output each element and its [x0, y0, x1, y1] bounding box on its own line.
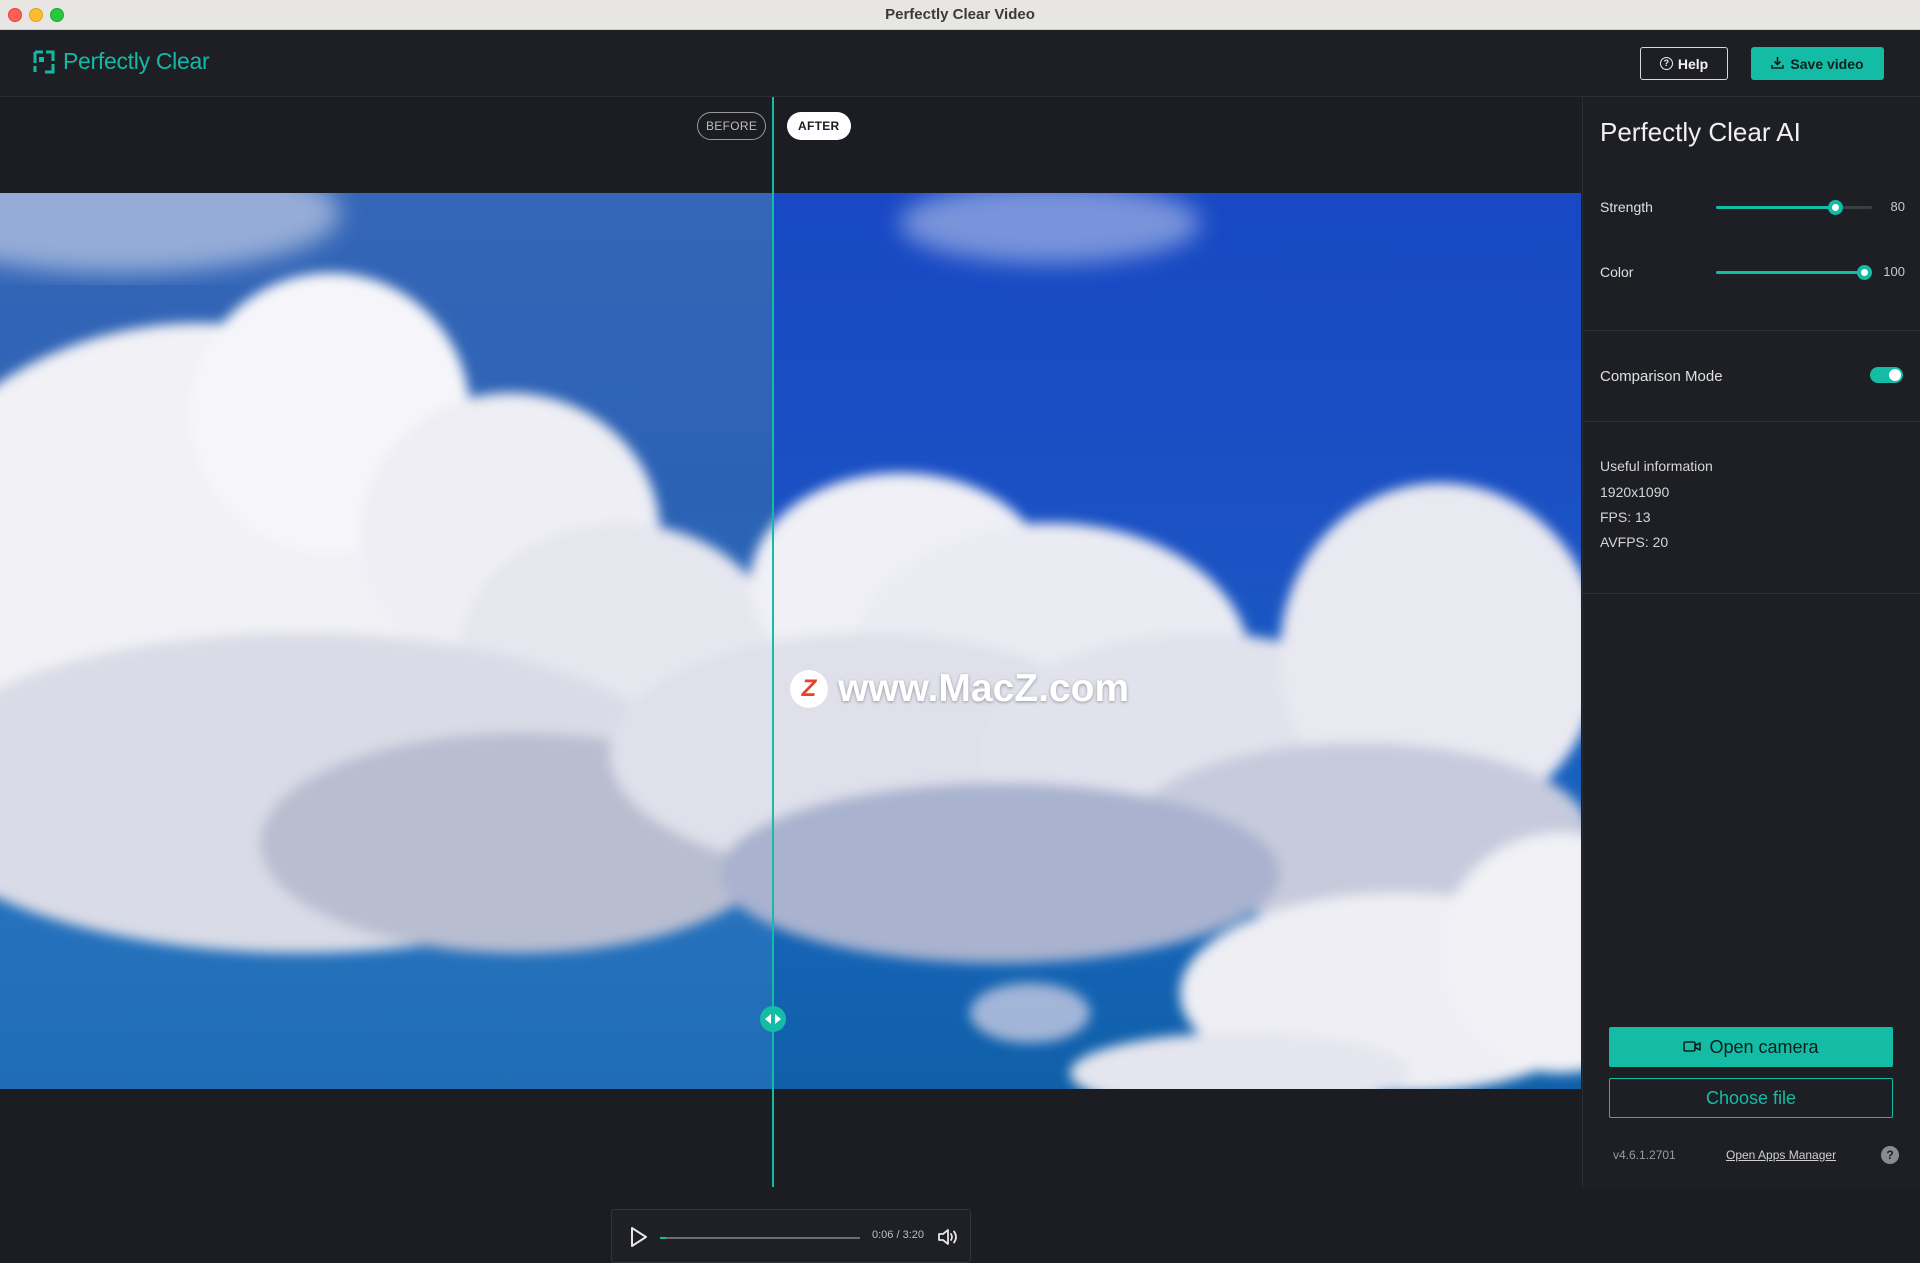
window-title: Perfectly Clear Video	[885, 6, 1035, 23]
strength-slider-row: Strength 80	[1600, 197, 1905, 217]
color-label: Color	[1600, 264, 1634, 280]
choose-file-label: Choose file	[1705, 1087, 1797, 1108]
logo-mark-icon	[33, 50, 55, 74]
panel-title: Perfectly Clear AI	[1600, 117, 1801, 147]
strength-slider-thumb[interactable]	[1827, 200, 1843, 215]
app-header: Perfectly Clear ? Help Save video	[0, 30, 1920, 97]
strength-value: 80	[1890, 199, 1905, 214]
video-viewer: BEFORE AFTER Z www.MacZ.com 0:06 / 3:20	[0, 97, 1581, 1263]
download-icon	[1771, 56, 1785, 72]
version-text: v4.6.1.2701	[1613, 1148, 1676, 1162]
logo-text: Perfectly Clear	[63, 48, 210, 74]
info-resolution: 1920x1090	[1600, 484, 1670, 500]
strength-label: Strength	[1600, 199, 1653, 215]
help-button-label: Help	[1677, 55, 1709, 72]
left-right-arrows-icon	[765, 1014, 781, 1024]
help-circle-icon: ?	[1659, 57, 1673, 70]
color-value: 100	[1883, 264, 1905, 279]
watermark: Z www.MacZ.com	[790, 667, 1129, 711]
panel-divider	[1583, 421, 1920, 422]
panel-divider	[1583, 330, 1920, 331]
after-label: AFTER	[787, 112, 851, 140]
color-slider[interactable]	[1716, 265, 1873, 280]
before-label: BEFORE	[697, 112, 767, 140]
open-camera-label: Open camera	[1709, 1036, 1819, 1057]
settings-panel: Perfectly Clear AI Strength 80 Color 100…	[1582, 97, 1920, 1187]
open-camera-button[interactable]: Open camera	[1609, 1027, 1893, 1067]
help-button[interactable]: ? Help	[1640, 47, 1728, 80]
panel-divider	[1583, 593, 1920, 594]
seek-bar-progress	[660, 1237, 666, 1239]
color-slider-row: Color 100	[1600, 262, 1905, 282]
choose-file-button[interactable]: Choose file	[1609, 1078, 1893, 1118]
window-titlebar: Perfectly Clear Video	[0, 0, 1920, 30]
info-fps: FPS: 13	[1600, 509, 1651, 525]
divider-drag-handle[interactable]	[760, 1006, 786, 1032]
color-slider-thumb[interactable]	[1857, 265, 1873, 280]
toggle-knob	[1889, 369, 1901, 381]
playback-time: 0:06 / 3:20	[872, 1229, 924, 1241]
volume-icon[interactable]	[936, 1225, 960, 1249]
save-video-button[interactable]: Save video	[1751, 47, 1884, 80]
video-frame[interactable]: Z www.MacZ.com	[0, 193, 1581, 1089]
info-avfps: AVFPS: 20	[1600, 534, 1669, 550]
comparison-mode-toggle[interactable]	[1870, 367, 1903, 383]
question-icon[interactable]: ?	[1881, 1146, 1899, 1164]
cloud-image	[0, 193, 1581, 1089]
watermark-text: www.MacZ.com	[838, 667, 1130, 710]
color-slider-fill	[1716, 271, 1865, 274]
strength-slider[interactable]	[1716, 200, 1872, 215]
camera-icon	[1683, 1037, 1702, 1058]
comparison-mode-label: Comparison Mode	[1600, 368, 1723, 385]
info-heading: Useful information	[1600, 458, 1713, 474]
seek-bar[interactable]	[660, 1237, 860, 1239]
open-apps-manager-link[interactable]: Open Apps Manager	[1726, 1148, 1836, 1162]
app-logo: Perfectly Clear	[33, 48, 210, 75]
play-icon[interactable]	[627, 1225, 649, 1249]
watermark-badge-icon: Z	[790, 670, 828, 708]
strength-slider-fill	[1716, 206, 1835, 209]
save-video-label: Save video	[1790, 55, 1864, 72]
player-controls: 0:06 / 3:20	[611, 1209, 971, 1263]
